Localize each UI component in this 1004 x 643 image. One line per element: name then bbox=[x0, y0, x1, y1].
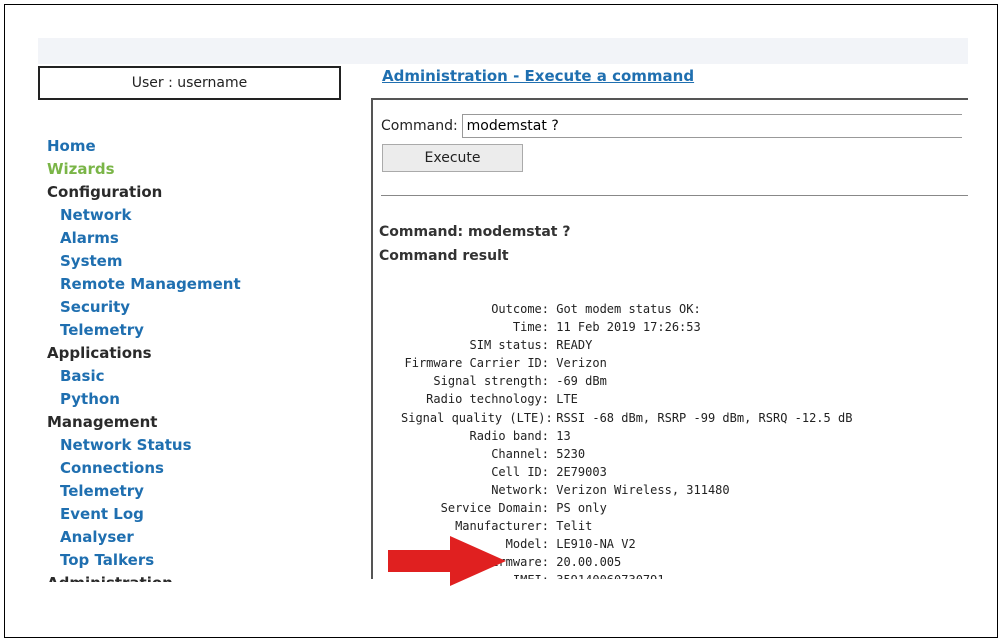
output-row: Network: Verizon Wireless, 311480 bbox=[401, 481, 852, 499]
command-heading: Command: modemstat ? bbox=[379, 224, 571, 240]
user-box: User : username bbox=[38, 66, 341, 100]
output-value: 2E79003 bbox=[549, 464, 607, 479]
output-row: Outcome: Got modem status OK: bbox=[401, 300, 852, 318]
nav-connections[interactable]: Connections bbox=[47, 457, 241, 480]
output-row: Channel: 5230 bbox=[401, 445, 852, 463]
result-heading: Command result bbox=[379, 248, 509, 264]
output-value: 11 Feb 2019 17:26:53 bbox=[549, 320, 701, 335]
output-row: SIM status: READY bbox=[401, 336, 852, 354]
output-key: Service Domain: bbox=[440, 501, 549, 516]
nav-remote-management[interactable]: Remote Management bbox=[47, 273, 241, 296]
output-row: Radio technology: LTE bbox=[401, 390, 852, 408]
output-value: LE910-NA V2 bbox=[549, 537, 636, 552]
output-value: Telit bbox=[549, 519, 593, 534]
output-key: Time: bbox=[512, 320, 549, 335]
sidebar-nav: Home Wizards Configuration Network Alarm… bbox=[47, 135, 241, 582]
output-value: 13 bbox=[549, 428, 571, 443]
nav-section-applications: Applications bbox=[47, 344, 152, 362]
nav-security[interactable]: Security bbox=[47, 296, 241, 319]
page-title[interactable]: Administration - Execute a command bbox=[382, 67, 694, 85]
output-key: Radio technology: bbox=[426, 392, 549, 407]
output-value: 5230 bbox=[549, 446, 586, 461]
output-value: 359140060730791 bbox=[549, 571, 664, 579]
output-value: Verizon Wireless, 311480 bbox=[549, 482, 730, 497]
output-row: Manufacturer: Telit bbox=[401, 517, 852, 535]
output-key: Channel: bbox=[491, 446, 549, 461]
output-key: SIM status: bbox=[469, 338, 549, 353]
command-label: Command: bbox=[381, 118, 458, 134]
output-row: Time: 11 Feb 2019 17:26:53 bbox=[401, 318, 852, 336]
output-key: Signal strength: bbox=[433, 374, 549, 389]
content-panel: Command: Execute Command: modemstat ? Co… bbox=[371, 98, 968, 579]
nav-python[interactable]: Python bbox=[47, 388, 241, 411]
output-value: LTE bbox=[549, 392, 578, 407]
output-key: Outcome: bbox=[491, 302, 549, 316]
output-value: PS only bbox=[549, 501, 607, 516]
nav-alarms[interactable]: Alarms bbox=[47, 227, 241, 250]
nav-network[interactable]: Network bbox=[47, 204, 241, 227]
output-value: 20.00.005 bbox=[549, 555, 622, 570]
output-key: Network: bbox=[491, 482, 549, 497]
nav-telemetry-management[interactable]: Telemetry bbox=[47, 480, 241, 503]
output-row: Signal quality (LTE): RSSI -68 dBm, RSRP… bbox=[401, 409, 852, 427]
nav-network-status[interactable]: Network Status bbox=[47, 434, 241, 457]
nav-basic[interactable]: Basic bbox=[47, 365, 241, 388]
nav-section-administration: Administration bbox=[47, 572, 241, 582]
nav-section-configuration: Configuration bbox=[47, 183, 163, 201]
command-input[interactable] bbox=[461, 114, 962, 138]
output-row: Cell ID: 2E79003 bbox=[401, 463, 852, 481]
output-value: Verizon bbox=[549, 356, 607, 371]
nav-section-management: Management bbox=[47, 413, 158, 431]
user-label: User : username bbox=[131, 75, 248, 91]
output-key: Radio band: bbox=[469, 428, 549, 443]
nav-top-talkers[interactable]: Top Talkers bbox=[47, 549, 241, 572]
output-row: Signal strength: -69 dBm bbox=[401, 372, 852, 390]
divider bbox=[381, 195, 968, 196]
nav-analyser[interactable]: Analyser bbox=[47, 526, 241, 549]
output-key: Manufacturer: bbox=[455, 519, 549, 534]
output-value: -69 dBm bbox=[549, 374, 607, 389]
output-key: Firmware Carrier ID: bbox=[404, 356, 550, 371]
nav-home[interactable]: Home bbox=[47, 135, 241, 158]
nav-event-log[interactable]: Event Log bbox=[47, 503, 241, 526]
execute-button[interactable]: Execute bbox=[382, 144, 523, 172]
nav-system[interactable]: System bbox=[47, 250, 241, 273]
output-value: Got modem status OK: bbox=[549, 302, 701, 316]
output-row: Service Domain: PS only bbox=[401, 499, 852, 517]
top-bar bbox=[38, 38, 968, 64]
output-row: Radio band: 13 bbox=[401, 427, 852, 445]
output-key: Cell ID: bbox=[491, 464, 549, 479]
nav-telemetry[interactable]: Telemetry bbox=[47, 319, 241, 342]
output-value: READY bbox=[549, 338, 593, 353]
red-arrow-icon bbox=[388, 536, 506, 586]
output-key: Signal quality (LTE): bbox=[401, 410, 553, 425]
command-row: Command: bbox=[381, 114, 962, 138]
output-row: Firmware Carrier ID: Verizon bbox=[401, 354, 852, 372]
nav-wizards[interactable]: Wizards bbox=[47, 158, 241, 181]
output-value: RSSI -68 dBm, RSRP -99 dBm, RSRQ -12.5 d… bbox=[549, 410, 853, 425]
